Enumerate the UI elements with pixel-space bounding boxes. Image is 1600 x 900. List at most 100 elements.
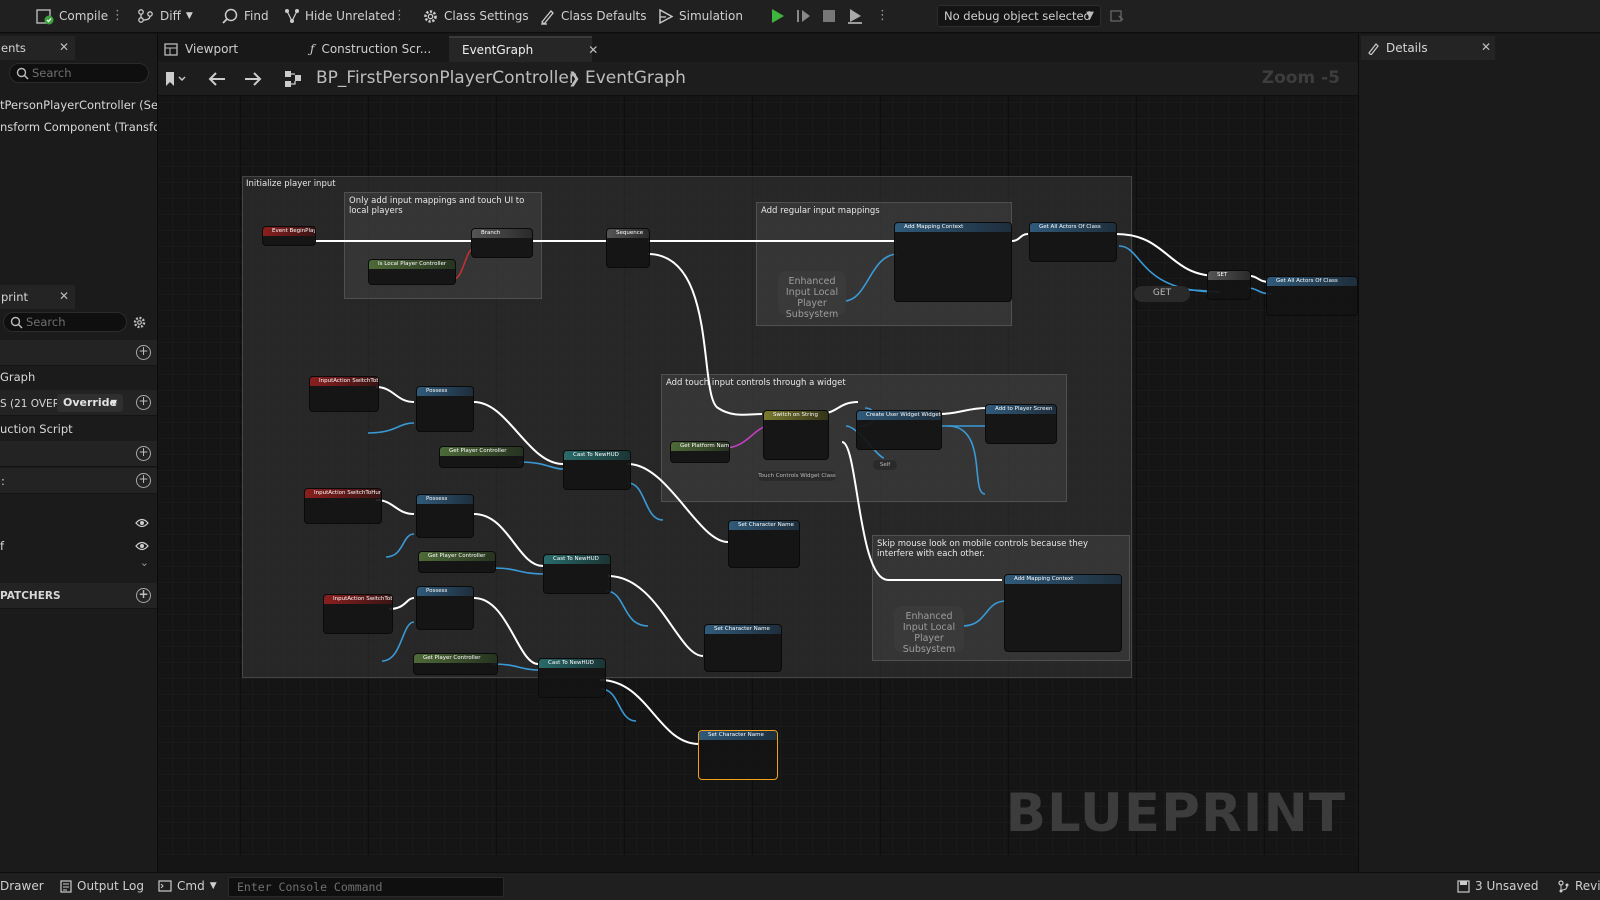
components-tab[interactable]: ents ✕ (0, 36, 75, 60)
close-icon[interactable]: ✕ (588, 43, 598, 57)
functions-section[interactable]: S (21 OVERR Override ▼ + (0, 390, 157, 416)
node-switch-on-string[interactable]: Switch on String (763, 410, 829, 460)
component-row[interactable]: nsform Component (Transfor (0, 117, 157, 137)
node-add-mapping-context-2[interactable]: Add Mapping Context (1004, 574, 1122, 652)
node-is-local-player-controller[interactable]: Is Local Player Controller (368, 259, 456, 285)
close-icon[interactable]: ✕ (59, 40, 69, 54)
node-input-action-2[interactable]: InputAction SwitchToHuman (304, 488, 382, 524)
add-icon[interactable]: + (136, 345, 151, 360)
node-set[interactable]: SET (1207, 270, 1251, 300)
components-search-input[interactable]: Search (9, 63, 149, 83)
simulation-button[interactable]: Simulation (657, 5, 743, 27)
variable-name: f (0, 539, 5, 553)
tab-viewport[interactable]: Viewport (158, 36, 238, 62)
graph-breadcrumb-bar: BP_FirstPersonPlayerController ❯ EventGr… (158, 62, 1358, 96)
variables-section[interactable]: : + (0, 468, 157, 494)
possess-button[interactable] (846, 5, 864, 27)
console-command-input[interactable]: Enter Console Command (228, 877, 504, 897)
close-icon[interactable]: ✕ (59, 289, 69, 303)
graph-icon (285, 71, 301, 87)
override-dropdown[interactable]: Override ▼ (57, 394, 123, 412)
variable-row[interactable] (0, 513, 157, 533)
play-options-icon[interactable]: ⋮ (876, 7, 889, 25)
revision-control-button[interactable]: Revi (1558, 879, 1600, 893)
play-button[interactable] (768, 5, 786, 27)
cmd-dropdown[interactable]: Cmd ▼ (158, 879, 217, 893)
node-event-begin-play[interactable]: Event BeginPlay (262, 226, 316, 246)
add-icon[interactable]: + (136, 588, 151, 603)
output-log-button[interactable]: Output Log (60, 879, 144, 893)
node-cast-to-hud-2[interactable]: Cast To NewHUD (543, 554, 611, 594)
details-tab[interactable]: Details ✕ (1361, 36, 1495, 60)
node-possess-1[interactable]: Possess (416, 386, 474, 432)
my-blueprint-search-input[interactable]: Search (3, 312, 127, 332)
bookmark-icon[interactable] (164, 71, 188, 87)
macros-section[interactable]: + (0, 441, 157, 467)
node-add-to-player-screen[interactable]: Add to Player Screen (985, 404, 1057, 444)
variable-row[interactable]: f (0, 536, 157, 556)
node-self[interactable]: Self (873, 460, 897, 470)
settings-gear-icon[interactable] (132, 315, 147, 330)
construction-script-item[interactable]: uction Script (0, 418, 157, 440)
add-icon[interactable]: + (136, 446, 151, 461)
node-cast-to-hud-3[interactable]: Cast To NewHUD (538, 658, 606, 698)
node-add-mapping-context-1[interactable]: Add Mapping Context (894, 222, 1012, 302)
tab-construction-script[interactable]: ƒ Construction Scr... (304, 36, 431, 62)
node-input-action-1[interactable]: InputAction SwitchToBird (309, 376, 379, 412)
node-set-character-name-3[interactable]: Set Character Name (698, 730, 778, 780)
eye-icon[interactable] (135, 540, 149, 552)
add-icon[interactable]: + (136, 473, 151, 488)
node-sequence[interactable]: Sequence (606, 228, 650, 268)
stop-button[interactable] (821, 5, 837, 27)
node-get-player-controller-3[interactable]: Get Player Controller (413, 653, 498, 675)
graphs-item[interactable]: Graph (0, 366, 157, 388)
class-defaults-button[interactable]: Class Defaults (539, 5, 646, 27)
debug-object-dropdown[interactable]: No debug object selected ▼ (937, 5, 1101, 27)
node-possess-2[interactable]: Possess (416, 494, 474, 538)
class-settings-button[interactable]: Class Settings (422, 5, 529, 27)
event-dispatchers-section[interactable]: PATCHERS + (0, 583, 157, 609)
unsaved-button[interactable]: 3 Unsaved (1457, 879, 1539, 893)
close-icon[interactable]: ✕ (1481, 40, 1491, 54)
node-enhanced-input-subsystem-1[interactable]: Enhanced Input Local Player Subsystem (778, 271, 846, 320)
breadcrumb-graph[interactable]: EventGraph (585, 68, 686, 88)
find-button[interactable]: Find (221, 5, 269, 27)
node-create-widget[interactable]: Create User Widget Widget (856, 410, 942, 450)
debug-browse-button[interactable] (1109, 5, 1125, 27)
hide-unrelated-button[interactable]: Hide Unrelated (284, 5, 395, 27)
component-row[interactable]: tPersonPlayerController (Se (0, 95, 157, 115)
compile-button[interactable]: Compile (36, 5, 108, 27)
my-blueprint-tab[interactable]: print ✕ (0, 285, 75, 309)
back-arrow-icon[interactable] (208, 71, 226, 87)
node-set-character-name-2[interactable]: Set Character Name (704, 624, 782, 672)
node-get-platform-name[interactable]: Get Platform Name (670, 441, 730, 463)
cmd-label: Cmd (177, 879, 205, 893)
node-enhanced-input-subsystem-2[interactable]: Enhanced Input Local Player Subsystem (894, 606, 964, 655)
node-get-player-controller-1[interactable]: Get Player Controller (439, 446, 524, 468)
node-input-action-3[interactable]: InputAction SwitchToBike (323, 594, 393, 634)
node-branch[interactable]: Branch (471, 228, 533, 258)
node-cast-to-hud-1[interactable]: Cast To NewHUD (563, 450, 631, 490)
step-button[interactable] (795, 5, 813, 27)
add-icon[interactable]: + (136, 395, 151, 410)
node-get-all-actors-1[interactable]: Get All Actors Of Class (1029, 222, 1117, 262)
node-possess-3[interactable]: Possess (416, 586, 474, 630)
node-get-player-controller-2[interactable]: Get Player Controller (418, 551, 496, 573)
hide-unrelated-options-icon[interactable]: ⋮ (393, 7, 406, 25)
node-set-character-name-1[interactable]: Set Character Name (728, 520, 800, 568)
content-drawer-button[interactable]: Drawer (0, 879, 44, 893)
expand-row[interactable]: ⌄ (0, 558, 157, 572)
tab-eventgraph[interactable]: EventGraph ✕ (449, 36, 598, 62)
node-get[interactable]: GET (1134, 286, 1190, 302)
forward-arrow-icon[interactable] (244, 71, 262, 87)
override-label: Override (63, 396, 117, 409)
diff-button[interactable]: Diff ▼ (137, 5, 193, 27)
node-get-all-actors-2[interactable]: Get All Actors Of Class (1266, 276, 1358, 316)
eye-icon[interactable] (135, 517, 149, 529)
event-graph-canvas[interactable]: Initialize player input Only add input m… (158, 96, 1358, 856)
node-touch-controls-class[interactable]: Touch Controls Widget Class (758, 471, 836, 481)
possess-icon (848, 9, 862, 24)
node-title: Possess (417, 495, 473, 504)
breadcrumb-blueprint[interactable]: BP_FirstPersonPlayerController (316, 68, 576, 88)
compile-options-icon[interactable]: ⋮ (111, 7, 124, 25)
